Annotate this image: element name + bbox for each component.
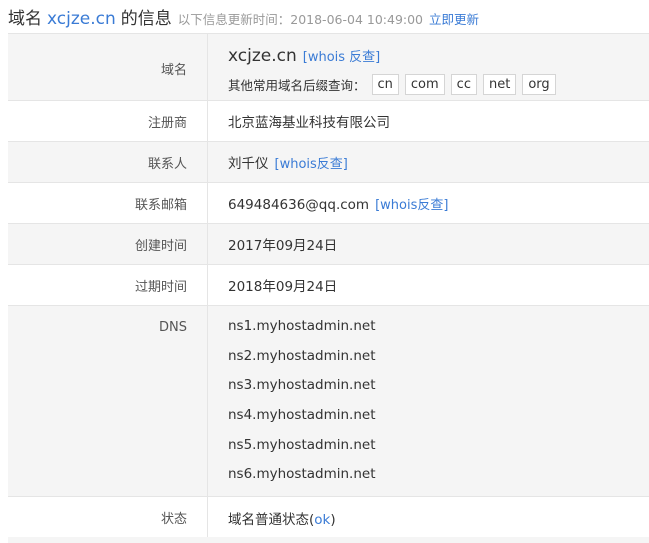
header-domain-link[interactable]: xcjze.cn [47, 9, 116, 29]
dns-server: ns5.myhostadmin.net [228, 436, 376, 453]
suffix-net-button[interactable]: net [482, 74, 517, 95]
row-contact-label: 联系人 [8, 142, 208, 182]
domain-name: xcjze.cn [228, 46, 297, 66]
row-status: 状态 域名普通状态(ok) [8, 497, 649, 539]
row-registrar-label: 注册商 [8, 101, 208, 141]
contact-whois-reverse-link[interactable]: [whois反查] [275, 153, 348, 172]
status-ok-link[interactable]: ok [314, 512, 330, 528]
registrar-value: 北京蓝海基业科技有限公司 [228, 115, 390, 131]
refresh-now-link[interactable]: 立即更新 [429, 9, 479, 28]
header-suffix: 的信息 [120, 9, 172, 29]
suffix-cn-button[interactable]: cn [371, 74, 399, 95]
row-domain: 域名 xcjze.cn [whois 反查] 其他常用域名后缀查询： cn co… [8, 34, 649, 101]
row-domain-value: xcjze.cn [whois 反查] 其他常用域名后缀查询： cn com c… [208, 34, 649, 100]
status-value: 域名普通状态(ok) [228, 508, 649, 528]
row-status-label: 状态 [8, 497, 208, 538]
row-dns-label: DNS [8, 306, 208, 496]
contact-value: 刘千仪 [228, 156, 269, 172]
row-contact: 联系人 刘千仪 [whois反查] [8, 142, 649, 183]
dns-server: ns2.myhostadmin.net [228, 347, 376, 364]
dns-server: ns6.myhostadmin.net [228, 466, 376, 483]
whois-info-table: 域名 xcjze.cn [whois 反查] 其他常用域名后缀查询： cn co… [8, 33, 649, 539]
email-whois-reverse-link[interactable]: [whois反查] [375, 194, 448, 213]
row-domain-label: 域名 [8, 34, 208, 100]
update-time-text: 以下信息更新时间：2018-06-04 10:49:00 [177, 12, 424, 27]
table-tail-row [8, 537, 649, 543]
suffix-query: 其他常用域名后缀查询： cn com cc net org [228, 74, 649, 95]
row-created: 创建时间 2017年09月24日 [8, 224, 649, 265]
email-value: 649484636@qq.com [228, 196, 370, 213]
expires-value: 2018年09月24日 [228, 279, 338, 295]
dns-server: ns1.myhostadmin.net [228, 318, 376, 334]
suffix-query-label: 其他常用域名后缀查询： [228, 78, 366, 93]
page-header: 域名 xcjze.cn 的信息 以下信息更新时间：2018-06-04 10:4… [8, 4, 479, 32]
header-prefix: 域名 [8, 9, 42, 29]
created-value: 2017年09月24日 [228, 238, 338, 254]
row-registrar: 注册商 北京蓝海基业科技有限公司 [8, 101, 649, 142]
dns-server: ns3.myhostadmin.net [228, 377, 376, 394]
domain-whois-reverse-link[interactable]: [whois 反查] [303, 46, 381, 65]
row-dns: DNS ns1.myhostadmin.net ns2.myhostadmin.… [8, 306, 649, 497]
suffix-com-button[interactable]: com [404, 74, 445, 95]
row-email-label: 联系邮箱 [8, 183, 208, 223]
dns-list: ns1.myhostadmin.net ns2.myhostadmin.net … [208, 306, 649, 496]
row-created-label: 创建时间 [8, 224, 208, 264]
dns-server: ns4.myhostadmin.net [228, 407, 376, 424]
row-email: 联系邮箱 649484636@qq.com [whois反查] [8, 183, 649, 224]
row-expires: 过期时间 2018年09月24日 [8, 265, 649, 306]
suffix-cc-button[interactable]: cc [450, 74, 477, 95]
row-expires-label: 过期时间 [8, 265, 208, 305]
suffix-org-button[interactable]: org [522, 74, 556, 95]
status-prefix: 域名普通状态( [228, 511, 315, 528]
status-suffix: ) [330, 511, 336, 528]
